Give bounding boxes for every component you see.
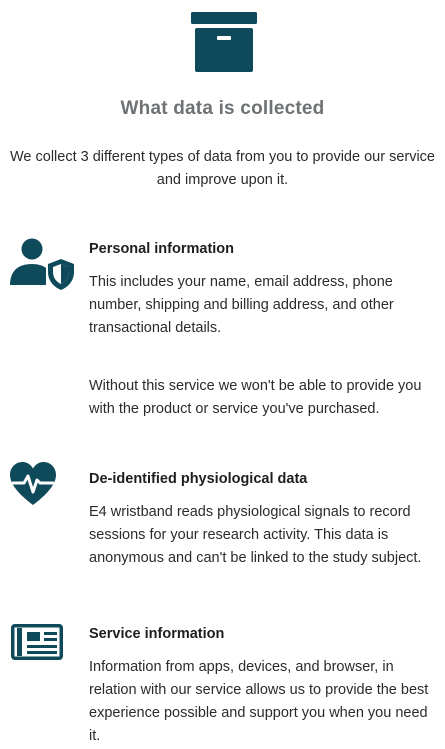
user-shield-icon [10, 238, 74, 290]
section-paragraph: Information from apps, devices, and brow… [89, 659, 429, 744]
section-heading: Personal information [89, 241, 235, 257]
intro-text: We collect 3 different types of data fro… [9, 149, 435, 188]
page-title: What data is collected [120, 98, 325, 119]
archive-box-icon [191, 12, 257, 72]
section-heading: Service information [89, 626, 225, 642]
section-heading: De-identified physiological data [89, 471, 308, 487]
section-paragraph: This includes your name, email address, … [89, 274, 394, 336]
section-paragraph: Without this service we won't be able to… [89, 378, 422, 417]
heart-pulse-icon [10, 462, 56, 505]
newspaper-icon [11, 624, 63, 660]
section-paragraph: E4 wristband reads physiological signals… [89, 504, 422, 566]
